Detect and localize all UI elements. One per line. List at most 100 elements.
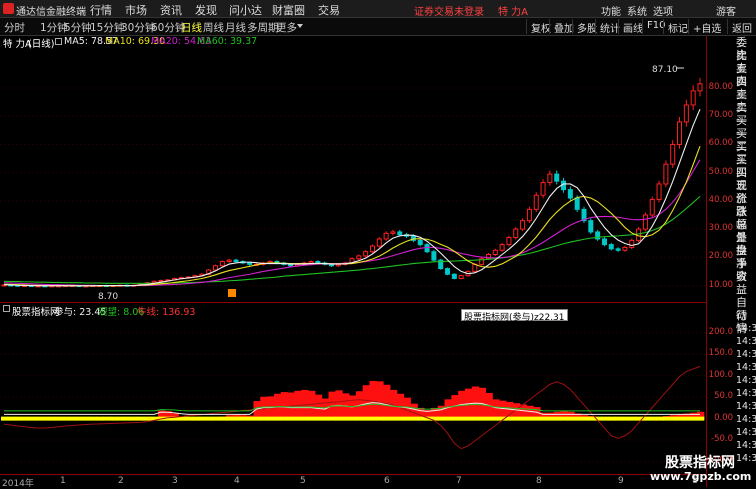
price-tick: 40.00 bbox=[709, 195, 733, 205]
add-watchlist-button[interactable]: +自选 bbox=[688, 19, 725, 34]
price-tick: 80.00 bbox=[709, 82, 733, 92]
candle bbox=[671, 144, 675, 164]
yellow-base-bar bbox=[329, 417, 336, 421]
yellow-base-bar bbox=[199, 417, 206, 421]
yellow-base-bar bbox=[588, 417, 595, 421]
candle bbox=[309, 262, 313, 263]
menu-gongneng[interactable]: 功能 bbox=[601, 3, 621, 18]
yellow-base-bar bbox=[260, 417, 267, 421]
yellow-base-bar bbox=[124, 417, 131, 421]
menu-shichang[interactable]: 市场 bbox=[125, 2, 147, 18]
menu-xuanxiang[interactable]: 选项 bbox=[653, 3, 673, 18]
date-tick: 2 bbox=[118, 476, 124, 486]
red-area-bar bbox=[383, 385, 390, 419]
ma20-line bbox=[4, 160, 700, 286]
candle bbox=[575, 198, 579, 209]
ma-info-bar: 特 力A (日线) MA5: 78.57 MA10: 69.30 MA20: 5… bbox=[0, 36, 706, 49]
yellow-base-bar bbox=[533, 417, 540, 421]
yellow-base-bar bbox=[185, 417, 192, 421]
yellow-base-bar bbox=[28, 417, 35, 421]
yellow-base-bar bbox=[554, 417, 561, 421]
menu-zixun[interactable]: 资讯 bbox=[160, 2, 182, 18]
menu-hangqing[interactable]: 行情 bbox=[90, 2, 112, 18]
red-area-bar bbox=[499, 401, 506, 419]
yellow-base-bar bbox=[178, 417, 185, 421]
menu-faxian[interactable]: 发现 bbox=[195, 2, 217, 18]
yellow-base-bar bbox=[247, 417, 254, 421]
period-monthly[interactable]: 月线 bbox=[225, 20, 246, 35]
candle bbox=[548, 174, 552, 182]
candle bbox=[643, 215, 647, 229]
period-more[interactable]: 更多 bbox=[276, 20, 297, 35]
yellow-base-bar bbox=[485, 417, 492, 421]
quote-panel-item: 14:35 bbox=[736, 413, 756, 426]
quote-panel-item: 14:35 bbox=[736, 374, 756, 387]
candle bbox=[630, 240, 634, 247]
indicator-chart[interactable] bbox=[0, 314, 706, 474]
menu-xitong[interactable]: 系统 bbox=[627, 3, 647, 18]
yellow-base-bar bbox=[601, 417, 608, 421]
red-area-bar bbox=[472, 387, 479, 419]
period-label: (日线) bbox=[28, 36, 54, 50]
settings-icon[interactable] bbox=[55, 38, 62, 45]
candle bbox=[623, 247, 627, 250]
yellow-base-bar bbox=[233, 417, 240, 421]
yellow-base-bar bbox=[683, 417, 690, 421]
quote-panel-item: 14:35 bbox=[736, 426, 756, 439]
date-axis: 2014年1234567891 bbox=[0, 474, 706, 487]
yellow-base-bar bbox=[670, 417, 677, 421]
yellow-base-bar bbox=[349, 417, 356, 421]
title-bar: 通达信金融终端 行情 市场 资讯 发现 问小达 财富圈 交易 证券交易未登录 特… bbox=[0, 0, 756, 18]
guest-label[interactable]: 游客 bbox=[716, 3, 736, 18]
kline-chart[interactable]: 87.108.70 bbox=[0, 49, 706, 300]
date-tick: 9 bbox=[618, 476, 624, 486]
candle bbox=[493, 250, 497, 254]
candle bbox=[514, 229, 518, 237]
period-fenshi[interactable]: 分时 bbox=[4, 20, 25, 35]
stock-link[interactable]: 特 力A bbox=[498, 3, 528, 18]
period-15min[interactable]: 15分钟 bbox=[90, 20, 124, 35]
yellow-base-bar bbox=[103, 417, 110, 421]
indicator-settings-icon[interactable] bbox=[3, 305, 10, 312]
yellow-base-bar bbox=[513, 417, 520, 421]
login-status[interactable]: 证券交易未登录 bbox=[414, 3, 484, 18]
candle bbox=[500, 245, 504, 251]
candle bbox=[589, 221, 593, 232]
menu-caifuquan[interactable]: 财富圈 bbox=[272, 2, 305, 18]
period-5min[interactable]: 5分钟 bbox=[64, 20, 92, 35]
yellow-base-bar bbox=[574, 417, 581, 421]
yellow-base-bar bbox=[69, 417, 76, 421]
yellow-base-bar bbox=[629, 417, 636, 421]
yellow-base-bar bbox=[697, 417, 704, 421]
yellow-base-bar bbox=[472, 417, 479, 421]
menu-jiaoyi[interactable]: 交易 bbox=[318, 2, 340, 18]
candle bbox=[370, 246, 374, 252]
candle bbox=[384, 233, 388, 239]
candle bbox=[473, 264, 477, 271]
yellow-base-bar bbox=[267, 417, 274, 421]
watermark-url: www.7gpzb.com bbox=[650, 470, 750, 484]
yellow-base-bar bbox=[335, 417, 342, 421]
yellow-base-bar bbox=[417, 417, 424, 421]
candle bbox=[521, 221, 525, 229]
red-area-bar bbox=[281, 392, 288, 419]
red-area-bar bbox=[335, 390, 342, 418]
yellow-base-bar bbox=[137, 417, 144, 421]
candle bbox=[391, 232, 395, 233]
dropdown-arrow-icon[interactable] bbox=[297, 24, 303, 28]
yellow-base-bar bbox=[561, 417, 568, 421]
yellow-base-bar bbox=[301, 417, 308, 421]
candle bbox=[398, 232, 402, 235]
candle bbox=[691, 91, 695, 105]
yellow-base-bar bbox=[369, 417, 376, 421]
candle bbox=[609, 245, 613, 249]
red-area-bar bbox=[445, 399, 452, 418]
menu-wenxiaoda[interactable]: 问小达 bbox=[229, 2, 262, 18]
indicator-tick: 50.0 bbox=[714, 391, 733, 401]
yellow-base-bar bbox=[322, 417, 329, 421]
period-multi[interactable]: 多周期 bbox=[247, 20, 279, 35]
period-daily[interactable]: 日线 bbox=[181, 20, 202, 35]
back-button[interactable]: 返回 bbox=[727, 19, 756, 34]
yellow-base-bar bbox=[288, 417, 295, 421]
period-weekly[interactable]: 周线 bbox=[203, 20, 224, 35]
